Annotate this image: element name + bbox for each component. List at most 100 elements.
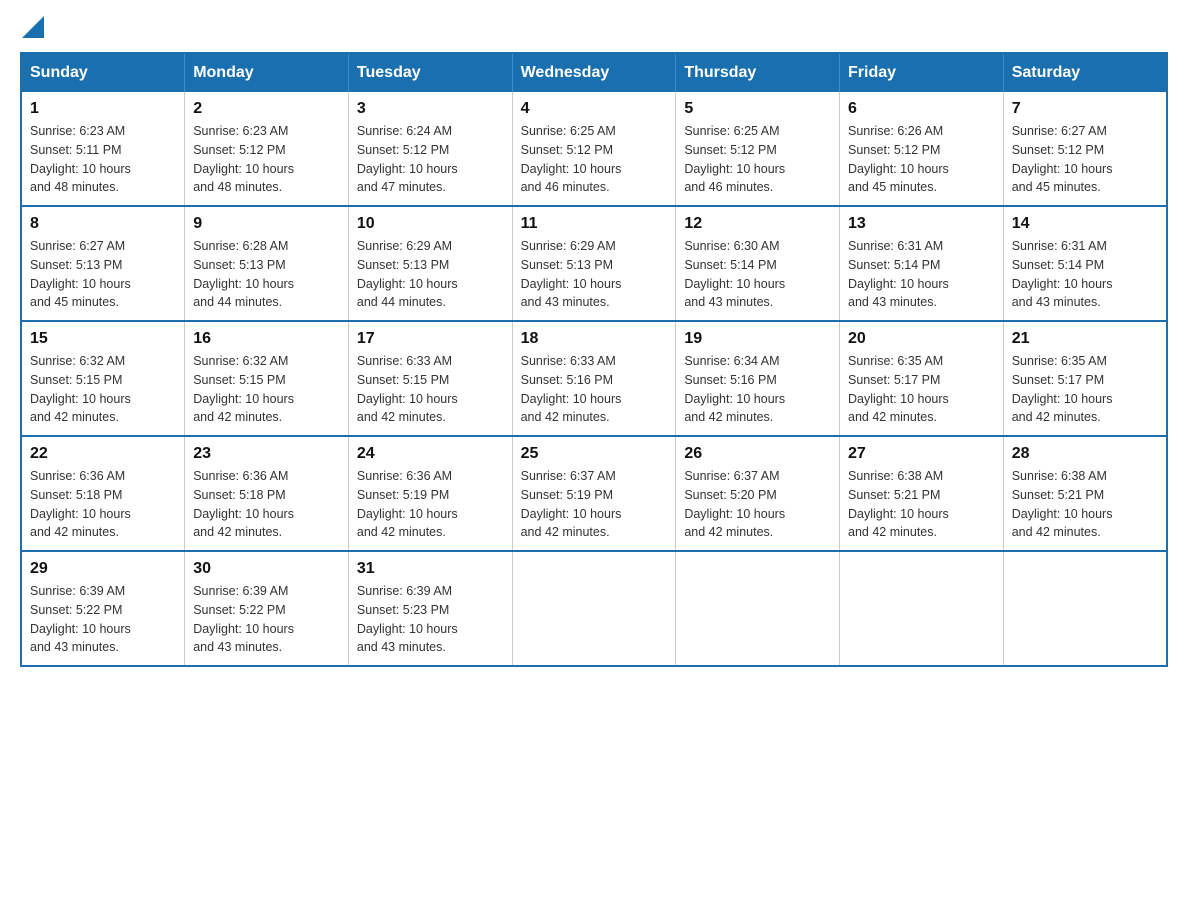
calendar-cell bbox=[676, 551, 840, 666]
day-number: 28 bbox=[1012, 445, 1158, 463]
calendar-cell: 26 Sunrise: 6:37 AM Sunset: 5:20 PM Dayl… bbox=[676, 436, 840, 551]
day-number: 7 bbox=[1012, 100, 1158, 118]
day-number: 16 bbox=[193, 330, 340, 348]
day-number: 13 bbox=[848, 215, 995, 233]
day-info: Sunrise: 6:33 AM Sunset: 5:16 PM Dayligh… bbox=[521, 352, 668, 427]
calendar-cell bbox=[840, 551, 1004, 666]
calendar-cell: 25 Sunrise: 6:37 AM Sunset: 5:19 PM Dayl… bbox=[512, 436, 676, 551]
logo bbox=[20, 20, 44, 32]
day-info: Sunrise: 6:34 AM Sunset: 5:16 PM Dayligh… bbox=[684, 352, 831, 427]
calendar-table: SundayMondayTuesdayWednesdayThursdayFrid… bbox=[20, 52, 1168, 667]
day-number: 22 bbox=[30, 445, 176, 463]
day-number: 21 bbox=[1012, 330, 1158, 348]
day-info: Sunrise: 6:35 AM Sunset: 5:17 PM Dayligh… bbox=[848, 352, 995, 427]
calendar-cell: 22 Sunrise: 6:36 AM Sunset: 5:18 PM Dayl… bbox=[21, 436, 185, 551]
day-info: Sunrise: 6:36 AM Sunset: 5:18 PM Dayligh… bbox=[193, 467, 340, 542]
day-info: Sunrise: 6:38 AM Sunset: 5:21 PM Dayligh… bbox=[848, 467, 995, 542]
day-number: 15 bbox=[30, 330, 176, 348]
calendar-cell: 23 Sunrise: 6:36 AM Sunset: 5:18 PM Dayl… bbox=[185, 436, 349, 551]
calendar-cell: 10 Sunrise: 6:29 AM Sunset: 5:13 PM Dayl… bbox=[348, 206, 512, 321]
day-info: Sunrise: 6:28 AM Sunset: 5:13 PM Dayligh… bbox=[193, 237, 340, 312]
day-number: 8 bbox=[30, 215, 176, 233]
calendar-week-row: 15 Sunrise: 6:32 AM Sunset: 5:15 PM Dayl… bbox=[21, 321, 1167, 436]
day-info: Sunrise: 6:27 AM Sunset: 5:13 PM Dayligh… bbox=[30, 237, 176, 312]
calendar-cell: 17 Sunrise: 6:33 AM Sunset: 5:15 PM Dayl… bbox=[348, 321, 512, 436]
day-number: 18 bbox=[521, 330, 668, 348]
day-info: Sunrise: 6:26 AM Sunset: 5:12 PM Dayligh… bbox=[848, 122, 995, 197]
calendar-cell: 8 Sunrise: 6:27 AM Sunset: 5:13 PM Dayli… bbox=[21, 206, 185, 321]
calendar-cell: 20 Sunrise: 6:35 AM Sunset: 5:17 PM Dayl… bbox=[840, 321, 1004, 436]
day-number: 24 bbox=[357, 445, 504, 463]
calendar-cell: 19 Sunrise: 6:34 AM Sunset: 5:16 PM Dayl… bbox=[676, 321, 840, 436]
calendar-cell: 11 Sunrise: 6:29 AM Sunset: 5:13 PM Dayl… bbox=[512, 206, 676, 321]
calendar-cell: 13 Sunrise: 6:31 AM Sunset: 5:14 PM Dayl… bbox=[840, 206, 1004, 321]
col-header-wednesday: Wednesday bbox=[512, 53, 676, 92]
day-number: 25 bbox=[521, 445, 668, 463]
day-number: 9 bbox=[193, 215, 340, 233]
calendar-cell: 1 Sunrise: 6:23 AM Sunset: 5:11 PM Dayli… bbox=[21, 92, 185, 206]
calendar-cell: 28 Sunrise: 6:38 AM Sunset: 5:21 PM Dayl… bbox=[1003, 436, 1167, 551]
day-info: Sunrise: 6:38 AM Sunset: 5:21 PM Dayligh… bbox=[1012, 467, 1158, 542]
col-header-thursday: Thursday bbox=[676, 53, 840, 92]
day-info: Sunrise: 6:33 AM Sunset: 5:15 PM Dayligh… bbox=[357, 352, 504, 427]
day-number: 3 bbox=[357, 100, 504, 118]
day-number: 19 bbox=[684, 330, 831, 348]
day-info: Sunrise: 6:37 AM Sunset: 5:19 PM Dayligh… bbox=[521, 467, 668, 542]
calendar-cell: 4 Sunrise: 6:25 AM Sunset: 5:12 PM Dayli… bbox=[512, 92, 676, 206]
calendar-cell: 7 Sunrise: 6:27 AM Sunset: 5:12 PM Dayli… bbox=[1003, 92, 1167, 206]
day-info: Sunrise: 6:39 AM Sunset: 5:23 PM Dayligh… bbox=[357, 582, 504, 657]
day-info: Sunrise: 6:29 AM Sunset: 5:13 PM Dayligh… bbox=[521, 237, 668, 312]
calendar-cell: 16 Sunrise: 6:32 AM Sunset: 5:15 PM Dayl… bbox=[185, 321, 349, 436]
day-info: Sunrise: 6:37 AM Sunset: 5:20 PM Dayligh… bbox=[684, 467, 831, 542]
day-number: 20 bbox=[848, 330, 995, 348]
day-number: 1 bbox=[30, 100, 176, 118]
day-info: Sunrise: 6:23 AM Sunset: 5:11 PM Dayligh… bbox=[30, 122, 176, 197]
day-info: Sunrise: 6:32 AM Sunset: 5:15 PM Dayligh… bbox=[193, 352, 340, 427]
calendar-header-row: SundayMondayTuesdayWednesdayThursdayFrid… bbox=[21, 53, 1167, 92]
calendar-cell: 27 Sunrise: 6:38 AM Sunset: 5:21 PM Dayl… bbox=[840, 436, 1004, 551]
day-number: 4 bbox=[521, 100, 668, 118]
calendar-cell: 30 Sunrise: 6:39 AM Sunset: 5:22 PM Dayl… bbox=[185, 551, 349, 666]
col-header-monday: Monday bbox=[185, 53, 349, 92]
calendar-week-row: 8 Sunrise: 6:27 AM Sunset: 5:13 PM Dayli… bbox=[21, 206, 1167, 321]
calendar-cell: 31 Sunrise: 6:39 AM Sunset: 5:23 PM Dayl… bbox=[348, 551, 512, 666]
day-info: Sunrise: 6:35 AM Sunset: 5:17 PM Dayligh… bbox=[1012, 352, 1158, 427]
day-info: Sunrise: 6:39 AM Sunset: 5:22 PM Dayligh… bbox=[193, 582, 340, 657]
calendar-week-row: 29 Sunrise: 6:39 AM Sunset: 5:22 PM Dayl… bbox=[21, 551, 1167, 666]
day-number: 2 bbox=[193, 100, 340, 118]
col-header-sunday: Sunday bbox=[21, 53, 185, 92]
calendar-cell: 5 Sunrise: 6:25 AM Sunset: 5:12 PM Dayli… bbox=[676, 92, 840, 206]
calendar-cell: 6 Sunrise: 6:26 AM Sunset: 5:12 PM Dayli… bbox=[840, 92, 1004, 206]
day-number: 14 bbox=[1012, 215, 1158, 233]
calendar-cell: 2 Sunrise: 6:23 AM Sunset: 5:12 PM Dayli… bbox=[185, 92, 349, 206]
day-info: Sunrise: 6:27 AM Sunset: 5:12 PM Dayligh… bbox=[1012, 122, 1158, 197]
calendar-cell: 29 Sunrise: 6:39 AM Sunset: 5:22 PM Dayl… bbox=[21, 551, 185, 666]
calendar-cell: 18 Sunrise: 6:33 AM Sunset: 5:16 PM Dayl… bbox=[512, 321, 676, 436]
day-number: 26 bbox=[684, 445, 831, 463]
page-header bbox=[20, 20, 1168, 32]
day-number: 29 bbox=[30, 560, 176, 578]
day-info: Sunrise: 6:31 AM Sunset: 5:14 PM Dayligh… bbox=[848, 237, 995, 312]
day-number: 27 bbox=[848, 445, 995, 463]
day-number: 6 bbox=[848, 100, 995, 118]
day-number: 11 bbox=[521, 215, 668, 233]
day-number: 30 bbox=[193, 560, 340, 578]
col-header-tuesday: Tuesday bbox=[348, 53, 512, 92]
calendar-cell: 14 Sunrise: 6:31 AM Sunset: 5:14 PM Dayl… bbox=[1003, 206, 1167, 321]
day-number: 17 bbox=[357, 330, 504, 348]
calendar-cell: 15 Sunrise: 6:32 AM Sunset: 5:15 PM Dayl… bbox=[21, 321, 185, 436]
day-info: Sunrise: 6:23 AM Sunset: 5:12 PM Dayligh… bbox=[193, 122, 340, 197]
day-number: 31 bbox=[357, 560, 504, 578]
col-header-saturday: Saturday bbox=[1003, 53, 1167, 92]
calendar-cell: 12 Sunrise: 6:30 AM Sunset: 5:14 PM Dayl… bbox=[676, 206, 840, 321]
col-header-friday: Friday bbox=[840, 53, 1004, 92]
day-info: Sunrise: 6:31 AM Sunset: 5:14 PM Dayligh… bbox=[1012, 237, 1158, 312]
calendar-cell: 9 Sunrise: 6:28 AM Sunset: 5:13 PM Dayli… bbox=[185, 206, 349, 321]
day-number: 23 bbox=[193, 445, 340, 463]
calendar-cell: 24 Sunrise: 6:36 AM Sunset: 5:19 PM Dayl… bbox=[348, 436, 512, 551]
day-info: Sunrise: 6:39 AM Sunset: 5:22 PM Dayligh… bbox=[30, 582, 176, 657]
day-info: Sunrise: 6:29 AM Sunset: 5:13 PM Dayligh… bbox=[357, 237, 504, 312]
day-info: Sunrise: 6:25 AM Sunset: 5:12 PM Dayligh… bbox=[684, 122, 831, 197]
day-info: Sunrise: 6:32 AM Sunset: 5:15 PM Dayligh… bbox=[30, 352, 176, 427]
day-info: Sunrise: 6:24 AM Sunset: 5:12 PM Dayligh… bbox=[357, 122, 504, 197]
